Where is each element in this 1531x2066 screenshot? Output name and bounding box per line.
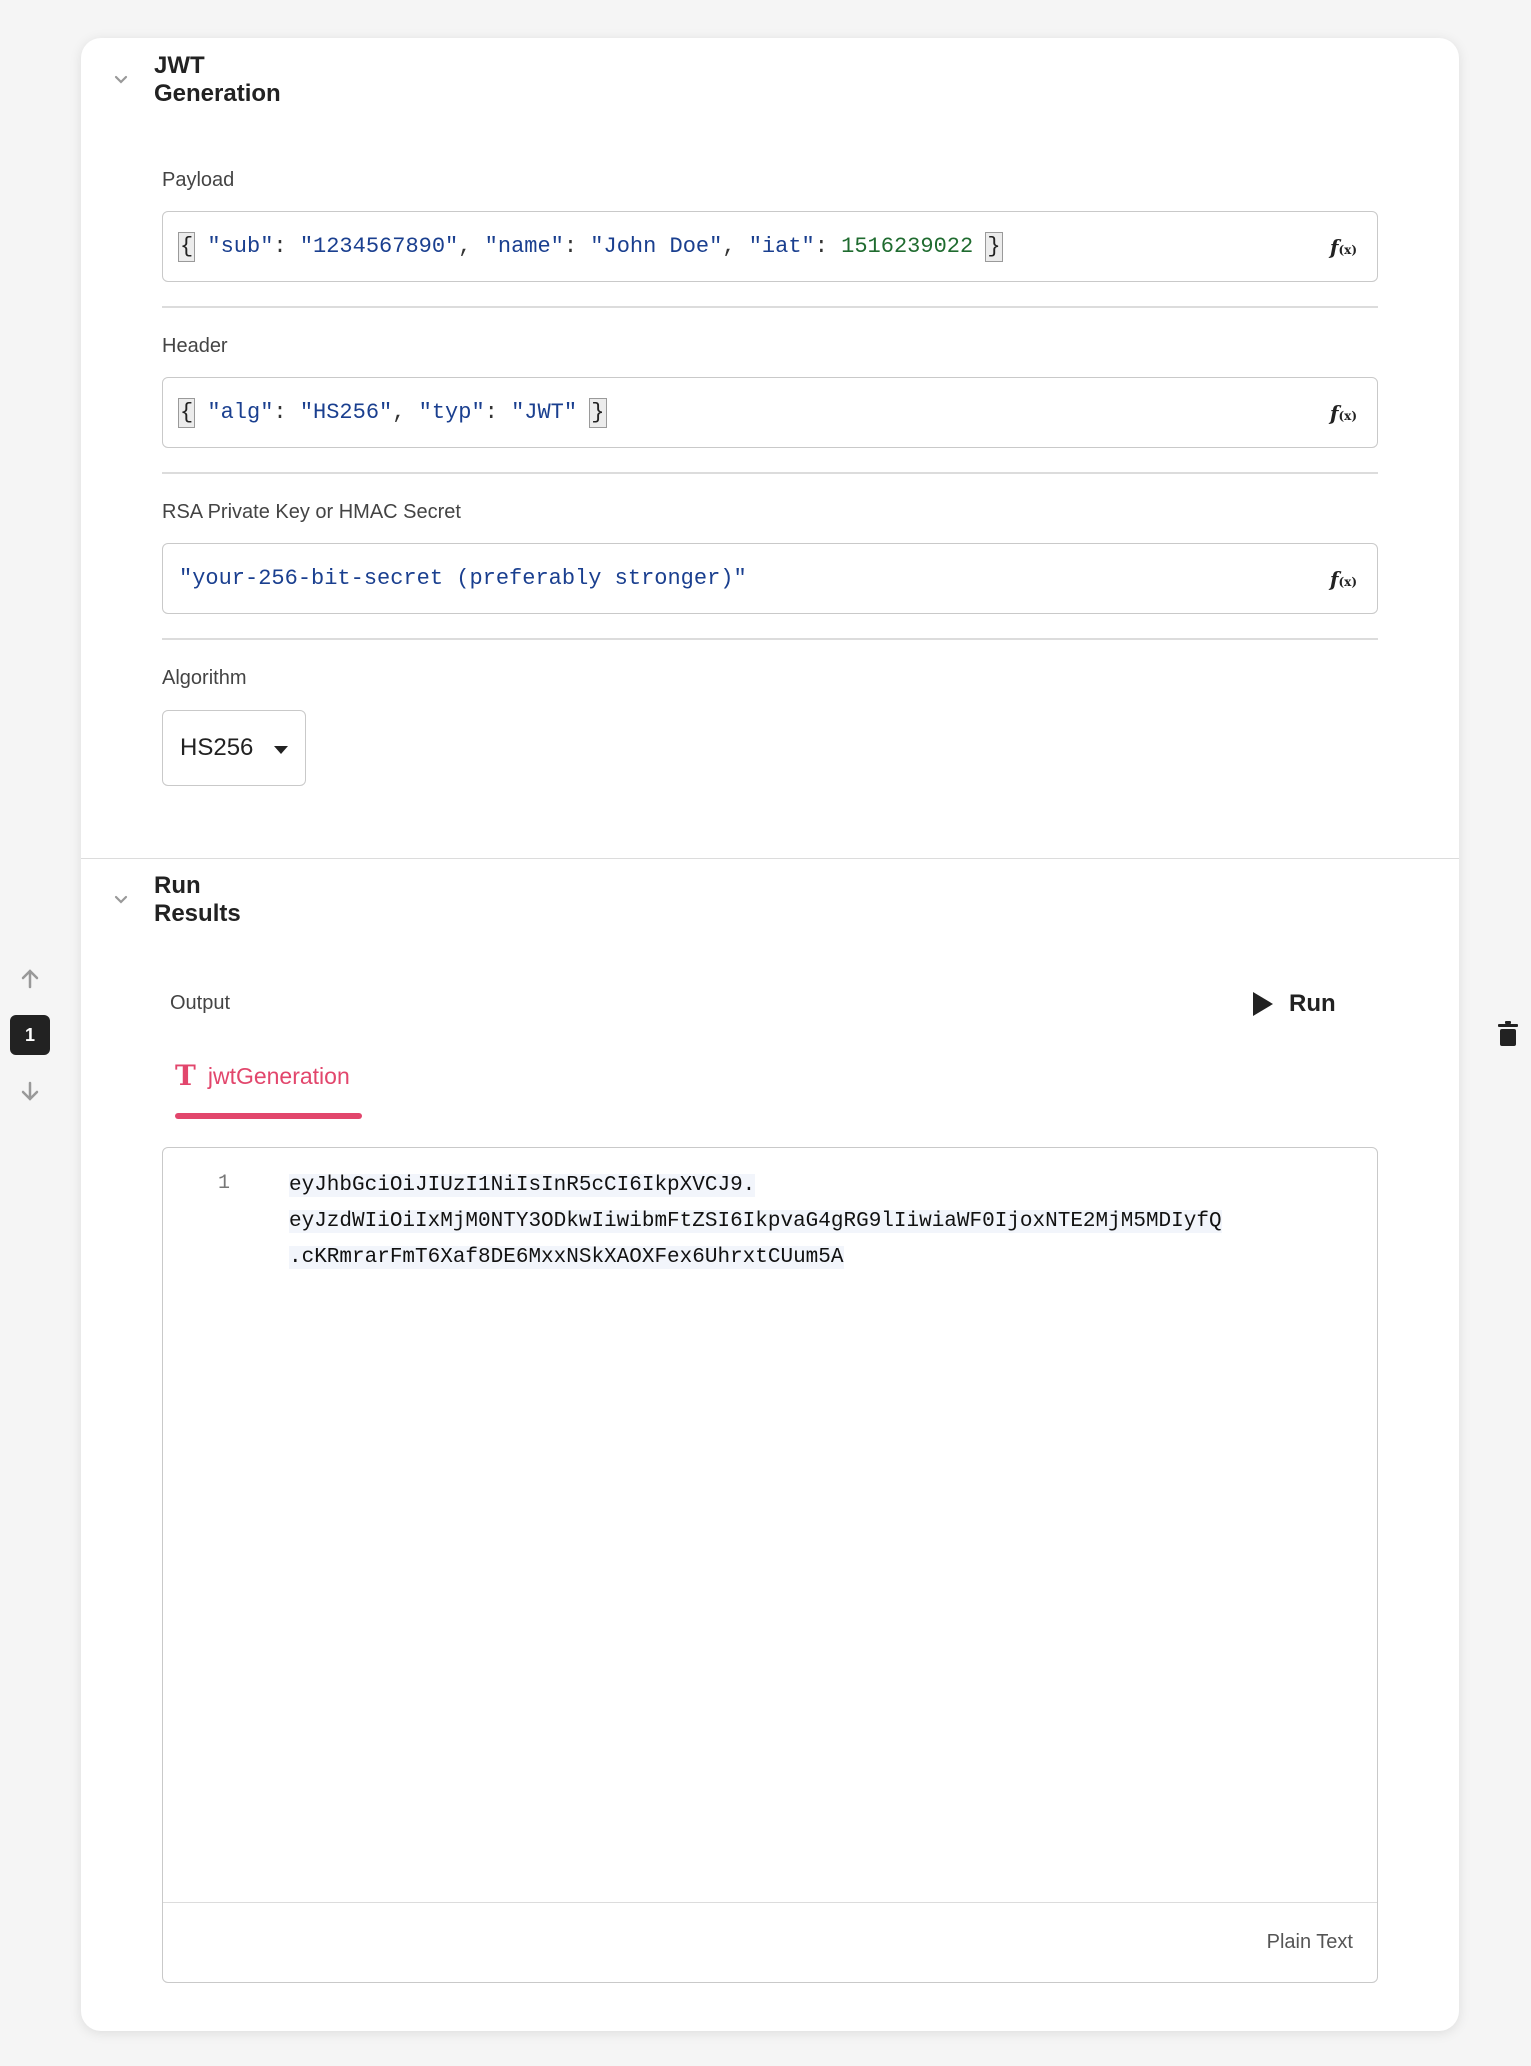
- secret-code: "your-256-bit-secret (preferably stronge…: [179, 566, 747, 591]
- jwt-step-card: JWT Generation Payload { "sub": "1234567…: [81, 38, 1459, 2031]
- fx-icon[interactable]: f(x): [1330, 567, 1357, 591]
- code-token: ,: [458, 233, 485, 259]
- algorithm-select[interactable]: HS256: [162, 710, 306, 786]
- text-type-icon: T: [175, 1059, 196, 1092]
- output-line: .cKRmrarFmT6Xaf8DE6MxxNSkXAOXFex6UhrxtCU…: [289, 1246, 844, 1269]
- run-button-label: Run: [1289, 990, 1336, 1017]
- code-token: ,: [722, 233, 749, 259]
- header-code: { "alg": "HS256", "typ": "JWT" }: [177, 397, 607, 428]
- run-section-title: Run Results: [154, 872, 241, 927]
- field-divider: [162, 472, 1378, 474]
- header-input[interactable]: { "alg": "HS256", "typ": "JWT" } f(x): [162, 377, 1378, 448]
- output-text: eyJhbGciOiJIUzI1NiIsInR5cCI6IkpXVCJ9. ey…: [289, 1168, 1374, 1276]
- active-tab-indicator: [175, 1113, 362, 1119]
- output-editor[interactable]: 1 eyJhbGciOiJIUzI1NiIsInR5cCI6IkpXVCJ9. …: [162, 1147, 1378, 1983]
- line-number: 1: [218, 1172, 231, 1195]
- section-divider: [81, 858, 1459, 859]
- tab-jwt-generation[interactable]: T jwtGeneration: [175, 1061, 362, 1121]
- code-token: ,: [392, 399, 419, 425]
- chevron-down-icon[interactable]: [111, 890, 131, 910]
- code-token: "alg": [207, 399, 274, 425]
- payload-code: { "sub": "1234567890", "name": "John Doe…: [177, 231, 1003, 262]
- output-line: eyJzdWIiOiIxMjM0NTY3ODkwIiwibmFtZSI6Ikpv…: [289, 1210, 1222, 1233]
- code-brace: }: [589, 397, 607, 428]
- code-brace: {: [177, 231, 196, 262]
- algorithm-selected-value: HS256: [180, 734, 254, 761]
- output-format-label[interactable]: Plain Text: [1267, 1931, 1353, 1954]
- code-token: "1234567890": [299, 233, 459, 259]
- code-token: "HS256": [299, 399, 393, 425]
- chevron-down-icon[interactable]: [111, 70, 131, 90]
- field-divider: [162, 306, 1378, 308]
- output-footer: Plain Text: [163, 1902, 1377, 1982]
- tab-label: jwtGeneration: [207, 1063, 350, 1089]
- fx-icon[interactable]: f(x): [1330, 401, 1357, 425]
- step-number-badge: 1: [10, 1015, 50, 1055]
- code-token: 1516239022: [841, 233, 974, 259]
- trash-icon[interactable]: [1497, 1021, 1519, 1047]
- play-icon: [1253, 992, 1273, 1016]
- code-token: :: [563, 233, 591, 259]
- output-label: Output: [170, 992, 231, 1014]
- run-button[interactable]: Run: [1251, 987, 1336, 1021]
- code-token: :: [273, 399, 300, 425]
- caret-down-icon: [274, 746, 288, 754]
- arrow-down-icon[interactable]: [18, 1079, 42, 1103]
- jwt-section-title: JWT Generation: [154, 52, 281, 107]
- page: 1 JWT Generation Payload { "sub": "12345…: [0, 0, 1531, 2066]
- code-token: "name": [484, 233, 564, 259]
- code-token: "your-256-bit-secret (preferably stronge…: [179, 566, 747, 591]
- code-token: :: [273, 233, 300, 259]
- secret-label: RSA Private Key or HMAC Secret: [162, 501, 461, 523]
- fx-icon[interactable]: f(x): [1330, 235, 1357, 259]
- header-label: Header: [162, 335, 228, 357]
- code-token: "JWT": [511, 399, 578, 425]
- code-token: "iat": [748, 233, 815, 259]
- field-divider: [162, 638, 1378, 640]
- code-token: "John Doe": [590, 233, 723, 259]
- payload-input[interactable]: { "sub": "1234567890", "name": "John Doe…: [162, 211, 1378, 282]
- payload-label: Payload: [162, 169, 235, 191]
- output-line: eyJhbGciOiJIUzI1NiIsInR5cCI6IkpXVCJ9.: [289, 1174, 756, 1197]
- code-token: "typ": [418, 399, 485, 425]
- code-token: :: [484, 399, 512, 425]
- code-token: :: [814, 233, 842, 259]
- code-brace: }: [985, 231, 1003, 262]
- secret-input[interactable]: "your-256-bit-secret (preferably stronge…: [162, 543, 1378, 614]
- arrow-up-icon[interactable]: [18, 967, 42, 991]
- code-brace: {: [177, 397, 196, 428]
- code-token: "sub": [207, 233, 274, 259]
- algorithm-label: Algorithm: [162, 667, 247, 689]
